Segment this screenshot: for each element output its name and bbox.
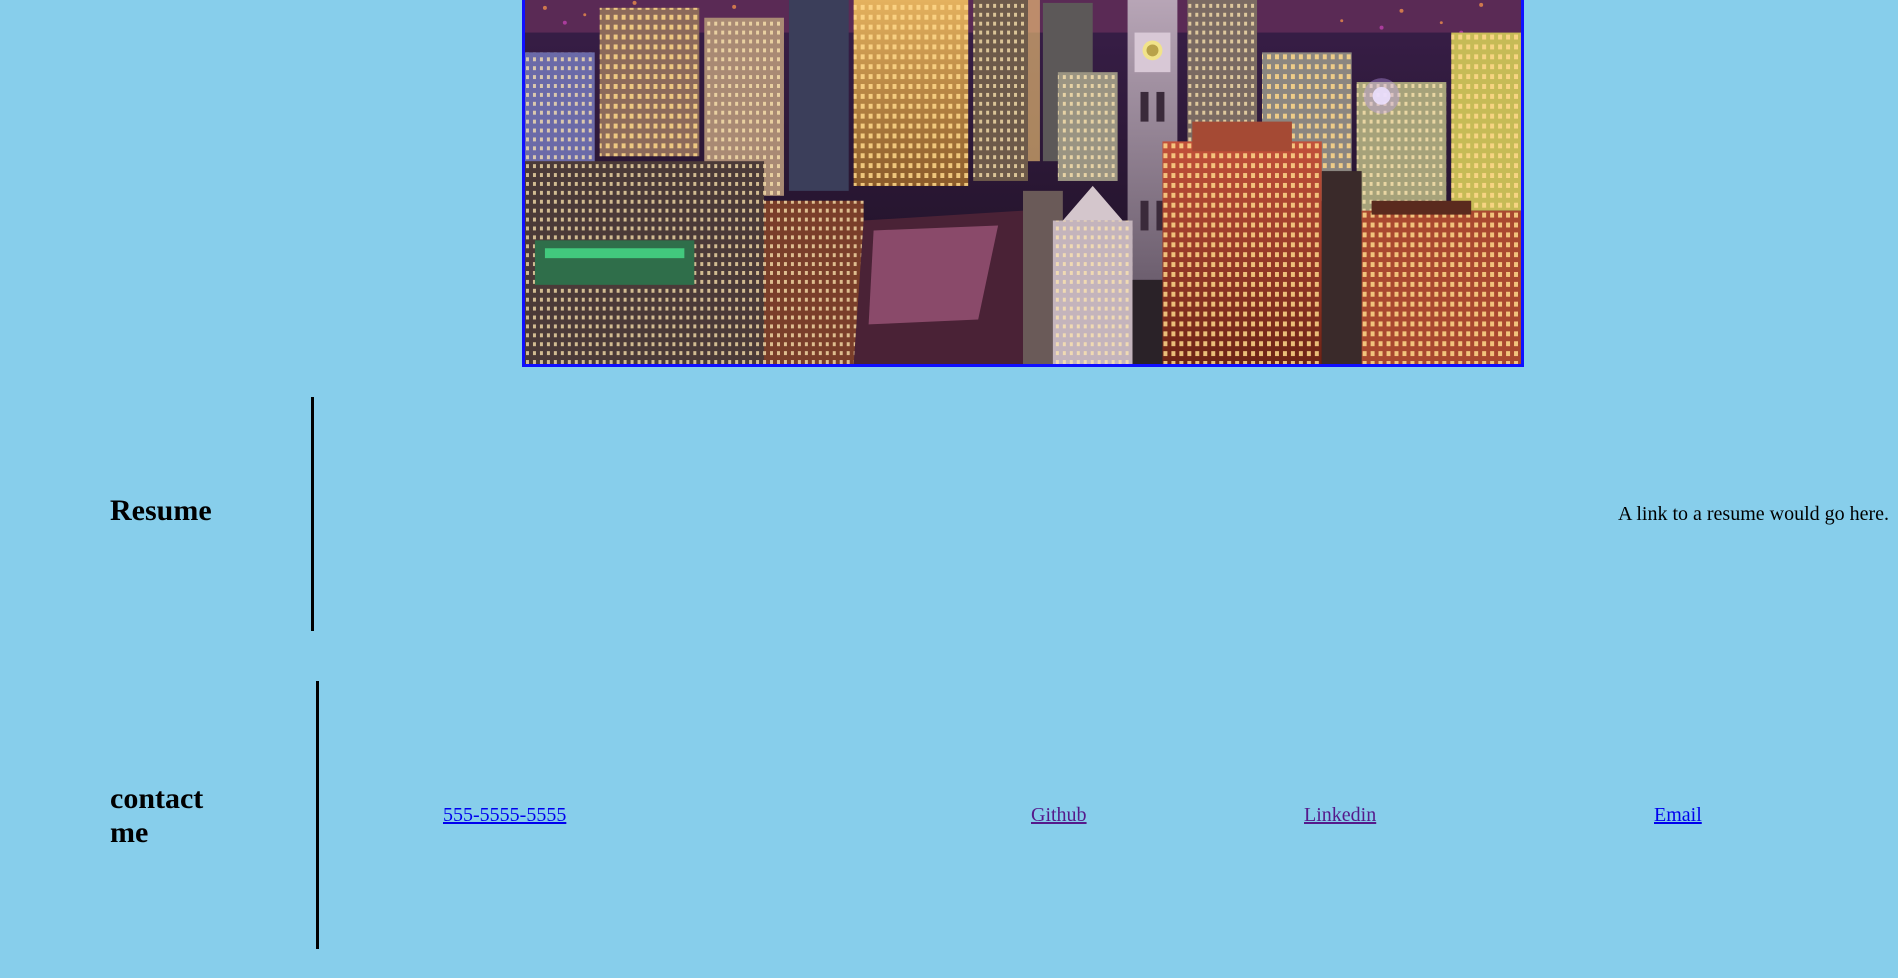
resume-divider bbox=[311, 397, 314, 631]
contact-heading: contact me bbox=[110, 782, 204, 849]
resume-heading: Resume bbox=[110, 494, 212, 527]
contact-divider bbox=[316, 681, 319, 949]
city-night-skyline-image bbox=[522, 0, 1524, 367]
github-link[interactable]: Github bbox=[1031, 803, 1087, 827]
linkedin-link[interactable]: Linkedin bbox=[1304, 803, 1376, 827]
email-link[interactable]: Email bbox=[1654, 803, 1702, 827]
skyline-illustration bbox=[525, 0, 1521, 364]
phone-link[interactable]: 555-5555-5555 bbox=[443, 803, 566, 827]
resume-placeholder-text: A link to a resume would go here. bbox=[1618, 503, 1890, 525]
